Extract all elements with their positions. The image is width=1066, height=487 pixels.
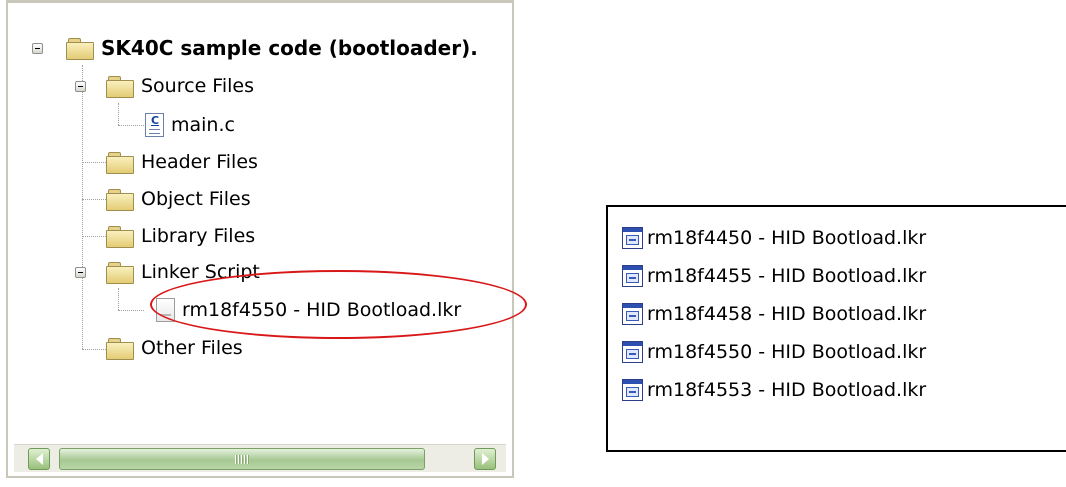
- tree-folder-other-files[interactable]: Other Files: [106, 331, 243, 365]
- linker-script-file-icon: [622, 265, 643, 287]
- tree-folder-header-files[interactable]: Header Files: [106, 145, 258, 179]
- tree-folder-source-files[interactable]: Source Files: [106, 69, 254, 103]
- tree-line: [118, 310, 144, 311]
- scroll-left-button[interactable]: [28, 448, 50, 470]
- horizontal-scrollbar[interactable]: [14, 444, 506, 472]
- tree-line: [82, 199, 106, 200]
- collapse-minus-icon[interactable]: [75, 267, 86, 278]
- c-source-file-icon: C: [145, 113, 164, 137]
- file-name: rm18f4550 - HID Bootload.lkr: [647, 341, 927, 363]
- file-name: rm18f4450 - HID Bootload.lkr: [647, 227, 927, 249]
- grip-icon: [235, 455, 249, 464]
- project-name-label: SK40C sample code (bootloader).: [101, 36, 478, 60]
- arrow-left-icon: [35, 453, 43, 465]
- project-tree-panel: SK40C sample code (bootloader). Source F…: [6, 0, 527, 478]
- folder-icon: [106, 337, 134, 360]
- collapse-minus-icon[interactable]: [75, 81, 86, 92]
- tree-root-project[interactable]: SK40C sample code (bootloader).: [66, 31, 478, 65]
- tree-line: [118, 103, 119, 125]
- file-name: rm18f4455 - HID Bootload.lkr: [647, 265, 927, 287]
- tree-file-main-c[interactable]: C main.c: [145, 108, 235, 142]
- list-item[interactable]: rm18f4550 - HID Bootload.lkr: [622, 334, 926, 370]
- linker-file-list: rm18f4450 - HID Bootload.lkr rm18f4455 -…: [606, 205, 1066, 452]
- folder-icon: [106, 188, 134, 211]
- tree-folder-object-files[interactable]: Object Files: [106, 182, 251, 216]
- tree-line: [118, 125, 144, 126]
- folder-icon: [106, 261, 134, 284]
- linker-script-file-icon: [622, 341, 643, 363]
- tree-line: [82, 349, 106, 350]
- file-label: main.c: [171, 114, 235, 136]
- folder-icon: [66, 37, 94, 60]
- tree-line: [82, 65, 83, 349]
- folder-label: Object Files: [141, 188, 251, 210]
- tree-line: [118, 288, 119, 310]
- list-item[interactable]: rm18f4553 - HID Bootload.lkr: [622, 372, 926, 408]
- linker-script-file-icon: [622, 227, 643, 249]
- tree-folder-library-files[interactable]: Library Files: [106, 219, 255, 253]
- scrollbar-thumb[interactable]: [59, 448, 425, 470]
- scroll-right-button[interactable]: [474, 448, 496, 470]
- list-item[interactable]: rm18f4450 - HID Bootload.lkr: [622, 220, 926, 256]
- folder-icon: [106, 225, 134, 248]
- tree-line: [82, 162, 106, 163]
- folder-label: Header Files: [141, 151, 258, 173]
- list-item[interactable]: rm18f4458 - HID Bootload.lkr: [622, 296, 926, 332]
- folder-label: Library Files: [141, 225, 256, 247]
- folder-icon: [106, 75, 134, 98]
- collapse-minus-icon[interactable]: [32, 43, 43, 54]
- file-name: rm18f4553 - HID Bootload.lkr: [647, 379, 927, 401]
- folder-icon: [106, 151, 134, 174]
- linker-script-file-icon: [622, 303, 643, 325]
- file-name: rm18f4458 - HID Bootload.lkr: [647, 303, 927, 325]
- folder-label: Source Files: [141, 75, 254, 97]
- tree-line: [82, 236, 106, 237]
- folder-label: Other Files: [141, 337, 243, 359]
- list-item[interactable]: rm18f4455 - HID Bootload.lkr: [622, 258, 926, 294]
- linker-script-file-icon: [622, 379, 643, 401]
- arrow-right-icon: [481, 453, 489, 465]
- highlight-ellipse: [150, 270, 527, 339]
